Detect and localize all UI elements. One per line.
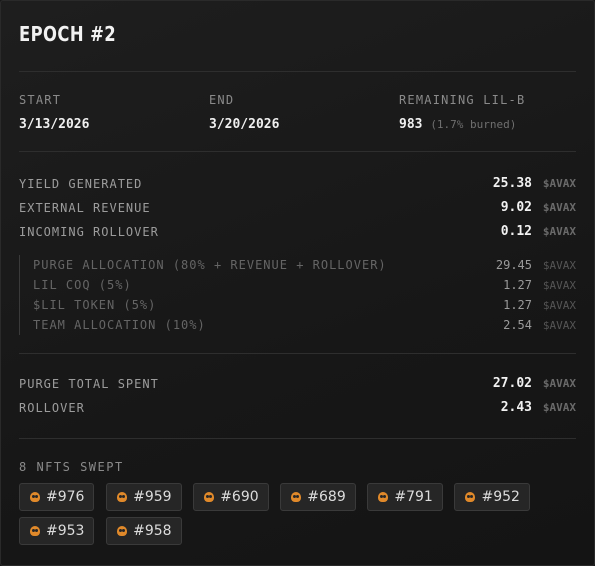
row-value: 9.02 [500, 200, 532, 215]
epoch-card: EPOCH #2 START 3/13/2026 END 3/20/2026 R… [0, 0, 595, 566]
row-unit: $AVAX [542, 259, 576, 272]
remaining-label: REMAINING LIL-B [399, 93, 526, 107]
end-value: 3/20/2026 [209, 117, 280, 132]
divider [19, 353, 576, 354]
totals-list: PURGE TOTAL SPENT 27.02 $AVAX ROLLOVER 2… [19, 373, 576, 421]
start-value: 3/13/2026 [19, 117, 90, 132]
row-unit: $AVAX [542, 225, 576, 238]
row-value: 29.45 [495, 258, 532, 272]
nft-id: #791 [394, 489, 433, 505]
divider [19, 151, 576, 152]
row-label: EXTERNAL REVENUE [19, 201, 151, 215]
row-value: 1.27 [503, 298, 532, 312]
start-label: START [19, 93, 62, 107]
row-unit: $AVAX [542, 299, 576, 312]
skull-icon [204, 492, 215, 502]
burned-note: (1.7% burned) [430, 118, 517, 131]
allocation-row-purge: PURGE ALLOCATION (80% + REVENUE + ROLLOV… [20, 255, 576, 275]
skull-icon [291, 492, 302, 502]
skull-icon [30, 492, 40, 502]
row-value: 25.38 [492, 176, 532, 191]
total-row-purge-spent: PURGE TOTAL SPENT 27.02 $AVAX [19, 373, 576, 397]
skull-icon [378, 492, 389, 502]
epoch-title: EPOCH #2 [19, 22, 117, 46]
allocation-row-lil-token: $LIL TOKEN (5%) 1.27 $AVAX [20, 295, 576, 315]
row-label: ROLLOVER [19, 401, 85, 415]
row-value: 27.02 [492, 376, 532, 391]
nft-id: #958 [133, 523, 172, 539]
row-unit: $AVAX [542, 279, 576, 292]
row-label: $LIL TOKEN (5%) [33, 298, 157, 312]
row-label: PURGE ALLOCATION (80% + REVENUE + ROLLOV… [33, 258, 387, 272]
row-unit: $AVAX [542, 319, 576, 332]
total-row-rollover: ROLLOVER 2.43 $AVAX [19, 397, 576, 421]
allocation-row-lil-coq: LIL COQ (5%) 1.27 $AVAX [20, 275, 576, 295]
income-row-rollover: INCOMING ROLLOVER 0.12 $AVAX [19, 221, 576, 245]
allocation-list: PURGE ALLOCATION (80% + REVENUE + ROLLOV… [19, 255, 576, 335]
row-unit: $AVAX [542, 177, 576, 190]
start-field: START 3/13/2026 [19, 93, 89, 132]
skull-icon [117, 526, 128, 536]
skull-icon [30, 526, 40, 536]
epoch-meta: START 3/13/2026 END 3/20/2026 REMAINING … [19, 93, 576, 133]
nft-id: #959 [133, 489, 172, 505]
row-label: LIL COQ (5%) [33, 278, 132, 292]
end-field: END 3/20/2026 [209, 93, 279, 132]
nft-chip-list: #976 #959 #690 #689 #791 #952 #953 #958 [19, 483, 549, 551]
nft-chip[interactable]: #958 [106, 517, 182, 545]
nft-id: #953 [46, 523, 85, 539]
nft-id: #690 [220, 489, 259, 505]
nft-chip[interactable]: #976 [19, 483, 95, 511]
row-value: 0.12 [500, 224, 532, 239]
row-value: 2.43 [500, 400, 532, 415]
remaining-field: REMAINING LIL-B 983 (1.7% burned) [399, 93, 525, 132]
row-label: YIELD GENERATED [19, 177, 143, 191]
end-label: END [209, 93, 235, 107]
nfts-swept-label: 8 NFTS SWEPT [19, 460, 124, 474]
skull-icon [465, 492, 476, 502]
income-row-external: EXTERNAL REVENUE 9.02 $AVAX [19, 197, 576, 221]
nft-chip[interactable]: #959 [106, 483, 182, 511]
row-unit: $AVAX [542, 377, 576, 390]
row-unit: $AVAX [542, 201, 576, 214]
nft-id: #952 [481, 489, 520, 505]
nft-chip[interactable]: #952 [454, 483, 530, 511]
row-value: 1.27 [503, 278, 532, 292]
row-value: 2.54 [503, 318, 532, 332]
row-label: INCOMING ROLLOVER [19, 225, 159, 239]
income-list: YIELD GENERATED 25.38 $AVAX EXTERNAL REV… [19, 173, 576, 245]
allocation-row-team: TEAM ALLOCATION (10%) 2.54 $AVAX [20, 315, 576, 335]
nft-id: #689 [307, 489, 346, 505]
row-label: PURGE TOTAL SPENT [19, 377, 159, 391]
divider [19, 438, 576, 439]
nft-chip[interactable]: #953 [19, 517, 95, 545]
row-label: TEAM ALLOCATION (10%) [33, 318, 206, 332]
row-unit: $AVAX [542, 401, 576, 414]
nft-chip[interactable]: #689 [280, 483, 356, 511]
nft-chip[interactable]: #791 [367, 483, 443, 511]
nft-chip[interactable]: #690 [193, 483, 269, 511]
remaining-value: 983 [399, 117, 423, 132]
income-row-yield: YIELD GENERATED 25.38 $AVAX [19, 173, 576, 197]
skull-icon [117, 492, 128, 502]
divider [19, 71, 576, 72]
nft-id: #976 [46, 489, 85, 505]
